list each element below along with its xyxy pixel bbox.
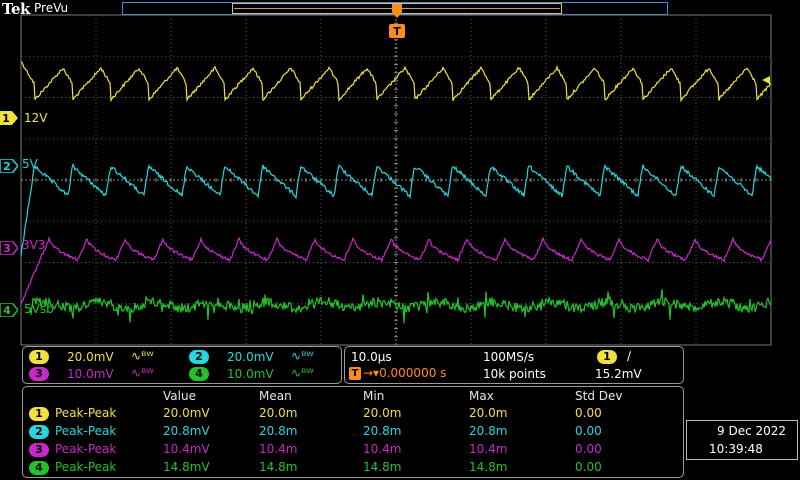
measurement-panel[interactable]: Value Mean Min Max Std Dev 1 Peak-Peak 2… bbox=[22, 386, 684, 478]
meas-row1-mean: 20.0m bbox=[259, 406, 298, 420]
ch2-bw-limit-icon: ∿ᴮᵂ bbox=[291, 349, 314, 363]
trigger-marker-label: T bbox=[393, 25, 401, 38]
meas-row4-value: 14.8mV bbox=[163, 460, 210, 474]
meas-row2-mean: 20.8m bbox=[259, 424, 298, 438]
record-length: 10k points bbox=[483, 367, 546, 381]
trigger-slope-icon[interactable]: ∕ bbox=[627, 349, 631, 363]
trigger-position-marker[interactable]: T bbox=[389, 4, 405, 38]
meas-row4-std: 0.00 bbox=[575, 460, 602, 474]
ch1-badge: 1 bbox=[29, 350, 49, 364]
meas-row4-max: 14.8m bbox=[469, 460, 508, 474]
ch2-label: 5V bbox=[22, 157, 38, 171]
trigger-level-arrow-icon[interactable] bbox=[762, 76, 770, 84]
svg-text:3: 3 bbox=[3, 242, 11, 255]
trigger-icon: T bbox=[349, 367, 361, 380]
meas-row2-max: 20.8m bbox=[469, 424, 508, 438]
ch1-label: 12V bbox=[24, 111, 48, 125]
horizontal-scale[interactable]: 10.0µs bbox=[351, 350, 392, 364]
ch4-marker[interactable]: 4 bbox=[0, 302, 19, 321]
col-header-min: Min bbox=[363, 389, 385, 403]
ch4-bw-limit-icon: ∿ᴮᵂ bbox=[291, 366, 314, 380]
meas-row2-value: 20.8mV bbox=[163, 424, 210, 438]
meas-row2-type[interactable]: Peak-Peak bbox=[55, 424, 116, 438]
meas-row1-value: 20.0mV bbox=[163, 406, 210, 420]
meas-row1-max: 20.0m bbox=[469, 406, 508, 420]
meas-row3-min: 10.4m bbox=[363, 442, 402, 456]
ch2-badge: 2 bbox=[189, 350, 209, 364]
trigger-source-badge[interactable]: 1 bbox=[597, 350, 617, 364]
col-header-std-dev: Std Dev bbox=[575, 389, 623, 403]
ch3-marker[interactable]: 3 bbox=[0, 240, 19, 259]
ch1-marker[interactable]: 1 bbox=[0, 110, 18, 129]
ch3-scale[interactable]: 10.0mV bbox=[67, 367, 114, 381]
meas-row4-type[interactable]: Peak-Peak bbox=[55, 460, 116, 474]
col-header-mean: Mean bbox=[259, 389, 292, 403]
meas-row1-badge: 1 bbox=[29, 407, 49, 421]
meas-row4-mean: 14.8m bbox=[259, 460, 298, 474]
meas-row3-mean: 10.4m bbox=[259, 442, 298, 456]
ch4-badge: 4 bbox=[189, 367, 209, 381]
meas-row1-type[interactable]: Peak-Peak bbox=[55, 406, 116, 420]
channel-settings-panel[interactable]: 1 20.0mV ∿ᴮᵂ 2 20.0mV ∿ᴮᵂ 3 10.0mV ∿ᴮᵂ 4… bbox=[22, 346, 342, 384]
datetime-box: 9 Dec 2022 10:39:48 bbox=[686, 420, 798, 460]
meas-row2-std: 0.00 bbox=[575, 424, 602, 438]
svg-text:2: 2 bbox=[3, 160, 11, 173]
horizontal-trigger-panel[interactable]: 10.0µs 100MS/s T →▾0.000000 s 10k points… bbox=[344, 346, 684, 384]
ch3-bw-limit-icon: ∿ᴮᵂ bbox=[131, 366, 154, 380]
ch2-scale[interactable]: 20.0mV bbox=[227, 350, 274, 364]
ch4-waveform bbox=[29, 288, 772, 324]
time-display: 10:39:48 bbox=[709, 442, 763, 456]
meas-row3-std: 0.00 bbox=[575, 442, 602, 456]
ch3-badge: 3 bbox=[29, 367, 49, 381]
svg-text:1: 1 bbox=[2, 112, 10, 125]
meas-row1-min: 20.0m bbox=[363, 406, 402, 420]
meas-row1-std: 0.00 bbox=[575, 406, 602, 420]
trigger-level[interactable]: 15.2mV bbox=[595, 367, 642, 381]
meas-row3-max: 10.4m bbox=[469, 442, 508, 456]
svg-text:4: 4 bbox=[3, 304, 11, 317]
meas-row3-badge: 3 bbox=[29, 443, 49, 457]
ch3-label: 3V3 bbox=[22, 238, 46, 252]
ch4-scale[interactable]: 10.0mV bbox=[227, 367, 274, 381]
meas-row4-min: 14.8m bbox=[363, 460, 402, 474]
col-header-value: Value bbox=[163, 389, 196, 403]
meas-row3-type[interactable]: Peak-Peak bbox=[55, 442, 116, 456]
col-header-max: Max bbox=[469, 389, 494, 403]
trigger-delay[interactable]: →▾0.000000 s bbox=[363, 366, 446, 380]
ch4-label: 5Vsb bbox=[24, 302, 54, 316]
meas-row2-badge: 2 bbox=[29, 425, 49, 439]
meas-row2-min: 20.8m bbox=[363, 424, 402, 438]
date-display: 9 Dec 2022 bbox=[717, 424, 787, 438]
ch2-marker[interactable]: 2 bbox=[0, 158, 19, 177]
ch1-bw-limit-icon: ∿ᴮᵂ bbox=[131, 349, 154, 363]
ch1-scale[interactable]: 20.0mV bbox=[67, 350, 114, 364]
meas-row3-value: 10.4mV bbox=[163, 442, 210, 456]
sample-rate: 100MS/s bbox=[483, 350, 535, 364]
meas-row4-badge: 4 bbox=[29, 461, 49, 475]
